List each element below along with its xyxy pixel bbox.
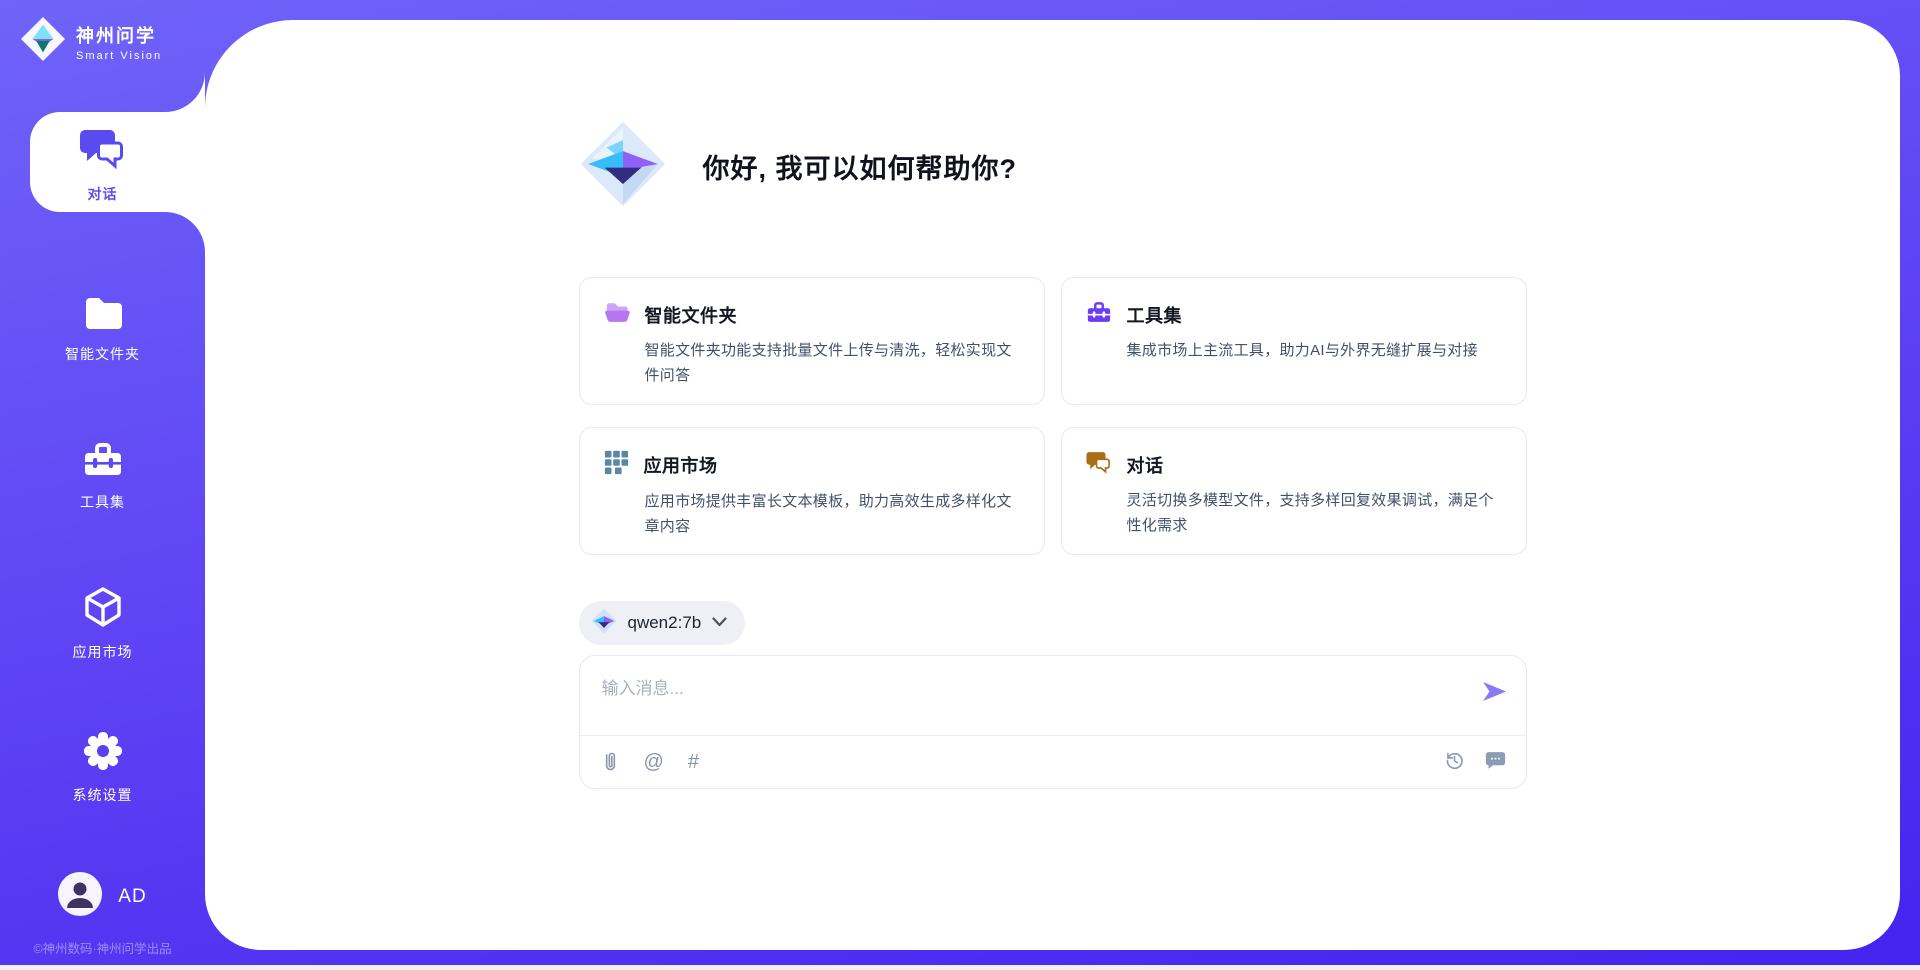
chevron-down-icon	[712, 614, 727, 632]
sidebar-item-label: 系统设置	[73, 785, 133, 805]
mention-icon[interactable]: @	[644, 752, 664, 772]
card-description: 灵活切换多模型文件，支持多样回复效果调试，满足个性化需求	[1127, 489, 1502, 539]
attachment-icon[interactable]	[600, 751, 620, 773]
send-button[interactable]	[1481, 680, 1508, 706]
greeting-logo-icon	[579, 120, 667, 213]
hash-icon[interactable]: #	[688, 752, 699, 772]
greeting-block: 你好, 我可以如何帮助你?	[579, 20, 1527, 213]
model-logo-diamond-icon	[591, 608, 617, 639]
horizontal-scrollbar[interactable]	[0, 965, 1920, 970]
sidebar-item-settings[interactable]: 系统设置	[0, 731, 205, 805]
sidebar-item-smart-folder[interactable]: 智能文件夹	[0, 294, 205, 364]
card-title: 应用市场	[644, 452, 718, 478]
card-description: 集成市场上主流工具，助力AI与外界无缝扩展与对接	[1127, 339, 1502, 364]
cube-icon	[83, 586, 123, 633]
toolbox-icon	[1086, 300, 1112, 329]
card-description: 应用市场提供丰富长文本模板，助力高效生成多样化文章内容	[645, 490, 1020, 540]
user-profile[interactable]: AD	[0, 872, 205, 921]
card-app-market[interactable]: 应用市场 应用市场提供丰富长文本模板，助力高效生成多样化文章内容	[579, 427, 1045, 555]
card-smart-folder[interactable]: 智能文件夹 智能文件夹功能支持批量文件上传与清洗，轻松实现文件问答	[579, 277, 1045, 405]
message-composer: @ #	[579, 655, 1527, 789]
history-icon[interactable]	[1444, 750, 1465, 775]
grid-cube-icon	[604, 450, 629, 480]
sidebar: 神州问学 Smart Vision 对话 智能文件夹	[0, 0, 205, 970]
brand-subtitle: Smart Vision	[76, 50, 162, 62]
feature-cards: 智能文件夹 智能文件夹功能支持批量文件上传与清洗，轻松实现文件问答	[579, 277, 1527, 555]
greeting-title: 你好, 我可以如何帮助你?	[703, 147, 1018, 186]
model-name: qwen2:7b	[628, 613, 702, 633]
brand-diamond-icon	[20, 16, 66, 67]
chat-icon	[80, 126, 126, 175]
avatar	[58, 872, 102, 921]
brand-name: 神州问学	[76, 22, 162, 48]
sidebar-item-toolset[interactable]: 工具集	[0, 440, 205, 512]
composer-toolbar: @ #	[580, 736, 1526, 788]
app-window: 神州问学 Smart Vision 对话 智能文件夹	[0, 0, 1920, 970]
copyright-text: ©神州数码·神州问学出品	[0, 938, 205, 957]
chat-icon	[1086, 450, 1112, 479]
feedback-chat-icon[interactable]	[1485, 750, 1506, 774]
user-name: AD	[118, 886, 146, 908]
toolbox-icon	[82, 440, 124, 483]
sidebar-item-label: 对话	[88, 184, 118, 204]
sidebar-item-chat[interactable]: 对话	[0, 126, 205, 204]
main-content: 你好, 我可以如何帮助你? 智能文件夹 智能文件夹功能支持批量文件上传与清洗，轻…	[205, 20, 1900, 950]
model-selector[interactable]: qwen2:7b	[579, 601, 746, 645]
card-title: 智能文件夹	[645, 302, 738, 328]
card-description: 智能文件夹功能支持批量文件上传与清洗，轻松实现文件问答	[645, 339, 1020, 389]
sidebar-item-label: 应用市场	[73, 642, 133, 662]
card-title: 工具集	[1127, 302, 1183, 328]
sidebar-item-label: 工具集	[80, 492, 125, 512]
brand-logo: 神州问学 Smart Vision	[20, 16, 162, 67]
message-input[interactable]	[580, 656, 1526, 735]
sidebar-item-label: 智能文件夹	[65, 344, 140, 364]
card-title: 对话	[1127, 452, 1164, 478]
card-chat[interactable]: 对话 灵活切换多模型文件，支持多样回复效果调试，满足个性化需求	[1061, 427, 1527, 555]
card-toolset[interactable]: 工具集 集成市场上主流工具，助力AI与外界无缝扩展与对接	[1061, 277, 1527, 405]
gear-icon	[83, 731, 123, 776]
folder-open-icon	[604, 300, 630, 329]
sidebar-item-app-market[interactable]: 应用市场	[0, 586, 205, 662]
folder-icon	[82, 294, 124, 335]
